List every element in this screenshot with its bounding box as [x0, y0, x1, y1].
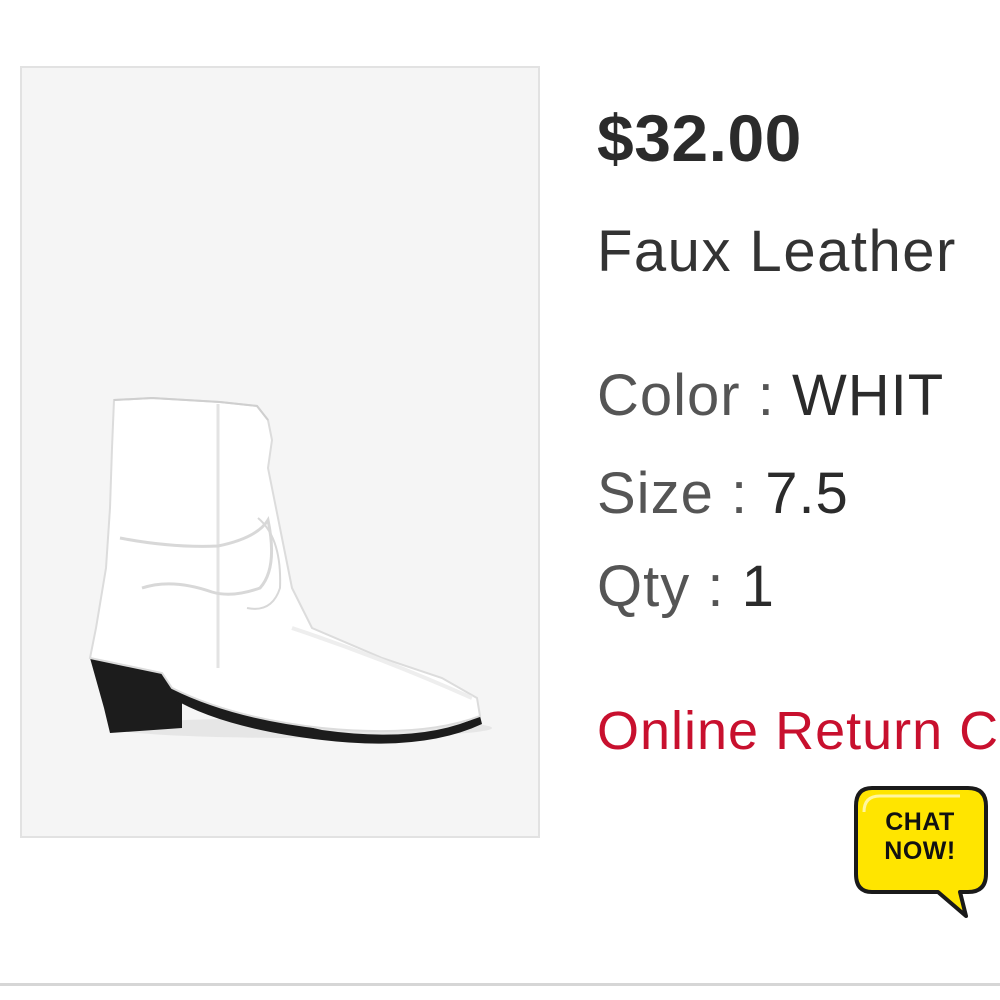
color-attribute: Color : WHIT	[597, 362, 944, 429]
product-price: $32.00	[597, 101, 802, 175]
size-value: 7.5	[765, 461, 849, 526]
chat-now-label: CHAT NOW!	[884, 808, 956, 865]
qty-separator: :	[707, 554, 742, 619]
qty-attribute: Qty : 1	[597, 553, 775, 620]
color-separator: :	[757, 363, 792, 428]
color-label: Color	[597, 363, 741, 428]
order-item-card: $32.00 Faux Leather Color : WHIT Size : …	[0, 0, 1000, 1000]
qty-label: Qty	[597, 554, 691, 619]
size-separator: :	[730, 461, 766, 526]
product-image[interactable]	[20, 66, 540, 838]
size-label: Size	[597, 461, 714, 526]
size-attribute: Size : 7.5	[597, 460, 849, 527]
online-return-link[interactable]: Online Return C	[597, 700, 999, 762]
color-value: WHIT	[791, 363, 945, 428]
boot-illustration	[88, 396, 492, 744]
qty-value: 1	[741, 554, 775, 619]
product-name[interactable]: Faux Leather	[597, 218, 957, 285]
chat-now-button[interactable]: CHAT NOW!	[850, 782, 990, 922]
bottom-divider	[0, 983, 1000, 986]
